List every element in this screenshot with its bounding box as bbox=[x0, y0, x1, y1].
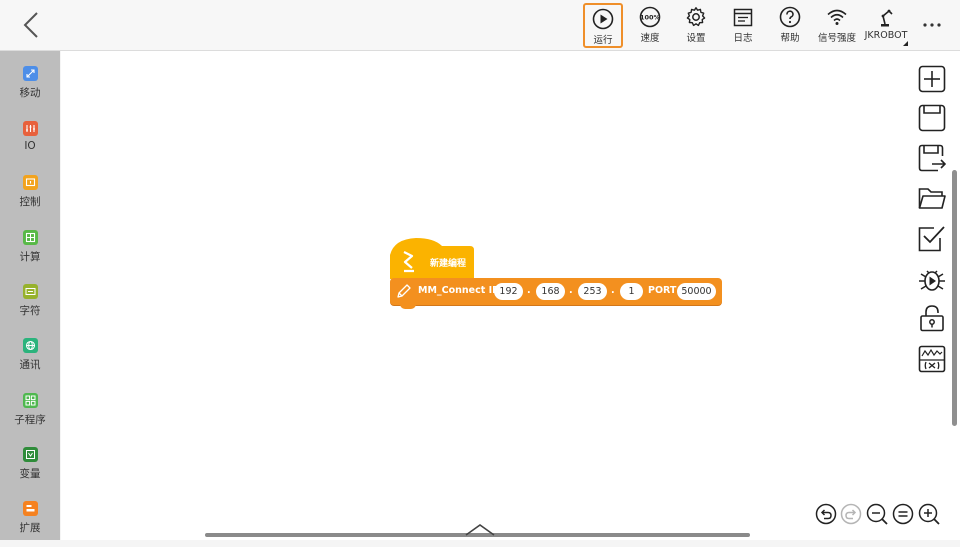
subroutine-icon bbox=[22, 393, 38, 408]
robot-label: JKROBOT bbox=[864, 30, 908, 41]
more-icon bbox=[923, 23, 941, 27]
zoom-in-button[interactable] bbox=[918, 503, 940, 525]
save-button[interactable] bbox=[918, 104, 946, 132]
zoom-out-button[interactable] bbox=[866, 503, 888, 525]
ip-dot: . bbox=[527, 285, 531, 296]
program-title: 新建编程 bbox=[430, 259, 467, 269]
category-string[interactable]: 字符 bbox=[0, 280, 60, 330]
block-command-label: MM_Connect IP bbox=[418, 285, 500, 296]
help-label: 帮助 bbox=[780, 33, 800, 44]
variable-monitor-button[interactable] bbox=[918, 345, 946, 373]
reset-zoom-button[interactable] bbox=[892, 503, 914, 525]
category-label: 扩展 bbox=[19, 522, 41, 534]
vertical-scrollbar[interactable] bbox=[952, 170, 957, 426]
block-category-sidebar: 移动 IO 控制 计算 字符 通讯 子程序 变量 扩展 bbox=[0, 51, 60, 540]
speed-label: 速度 bbox=[640, 33, 660, 44]
speed-badge: 100% bbox=[640, 14, 661, 22]
help-icon bbox=[779, 6, 801, 28]
dropdown-corner-icon bbox=[903, 41, 908, 46]
port-label: PORT bbox=[648, 285, 677, 296]
lock-button[interactable] bbox=[918, 304, 946, 332]
category-variable[interactable]: 变量 bbox=[0, 443, 60, 493]
chevron-left-icon bbox=[23, 12, 38, 38]
log-button[interactable]: 日志 bbox=[723, 3, 763, 48]
ip-octet-1-input[interactable]: 192 bbox=[494, 283, 523, 300]
category-move[interactable]: 移动 bbox=[0, 62, 60, 112]
category-communication[interactable]: 通讯 bbox=[0, 334, 60, 384]
category-label: 子程序 bbox=[14, 414, 46, 426]
run-button[interactable]: 运行 bbox=[583, 3, 623, 48]
speed-button[interactable]: 100% 速度 bbox=[630, 3, 670, 48]
mm-connect-block[interactable]: MM_Connect IP 192 . 168 . 253 . 1 PORT 5… bbox=[390, 278, 722, 309]
category-label: 控制 bbox=[19, 196, 41, 208]
top-toolbar: 运行 100% 速度 设置 日志 帮助 信号强度 JKROBOT bbox=[0, 0, 960, 51]
robot-arm-icon bbox=[881, 9, 893, 27]
speedometer-icon: 100% bbox=[639, 6, 661, 28]
signal-label: 信号强度 bbox=[817, 33, 856, 44]
open-folder-button[interactable] bbox=[918, 184, 946, 212]
redo-button[interactable] bbox=[840, 503, 862, 525]
move-icon bbox=[22, 66, 38, 81]
category-label: 通讯 bbox=[19, 359, 41, 371]
pencil-icon[interactable] bbox=[396, 283, 412, 299]
ip-dot: . bbox=[569, 285, 573, 296]
play-icon bbox=[592, 8, 614, 30]
save-as-button[interactable] bbox=[918, 144, 946, 172]
category-label: 字符 bbox=[19, 305, 41, 317]
communication-icon bbox=[22, 338, 38, 353]
wifi-icon bbox=[827, 9, 847, 25]
category-control[interactable]: 控制 bbox=[0, 171, 60, 221]
log-icon bbox=[733, 8, 753, 27]
category-label: 计算 bbox=[19, 251, 41, 263]
gear-icon bbox=[686, 7, 706, 27]
check-program-button[interactable] bbox=[918, 224, 946, 252]
signal-button[interactable]: 信号强度 bbox=[814, 3, 860, 48]
extension-icon bbox=[22, 501, 38, 516]
log-label: 日志 bbox=[733, 33, 753, 44]
io-icon bbox=[22, 121, 38, 136]
undo-button[interactable] bbox=[815, 503, 837, 525]
category-calculate[interactable]: 计算 bbox=[0, 226, 60, 276]
more-button[interactable] bbox=[915, 3, 949, 48]
robot-button[interactable]: JKROBOT bbox=[862, 3, 910, 48]
help-button[interactable]: 帮助 bbox=[770, 3, 810, 48]
ip-octet-3-input[interactable]: 253 bbox=[578, 283, 607, 300]
run-label: 运行 bbox=[593, 35, 613, 46]
expand-panel-handle[interactable] bbox=[464, 524, 496, 536]
ip-octet-2-input[interactable]: 168 bbox=[536, 283, 565, 300]
category-label: 移动 bbox=[19, 87, 41, 99]
category-label: 变量 bbox=[19, 468, 41, 480]
new-program-button[interactable] bbox=[918, 65, 946, 93]
settings-label: 设置 bbox=[686, 33, 706, 44]
control-icon bbox=[22, 175, 38, 190]
category-io[interactable]: IO bbox=[0, 117, 60, 167]
category-subroutine[interactable]: 子程序 bbox=[0, 389, 60, 439]
ip-dot: . bbox=[611, 285, 615, 296]
port-input[interactable]: 50000 bbox=[677, 283, 716, 300]
variable-icon bbox=[22, 447, 38, 462]
back-button[interactable] bbox=[14, 8, 48, 42]
category-label: IO bbox=[24, 140, 36, 152]
calculator-icon bbox=[22, 230, 38, 245]
ip-octet-4-input[interactable]: 1 bbox=[620, 283, 643, 300]
string-icon bbox=[22, 284, 38, 299]
settings-button[interactable]: 设置 bbox=[676, 3, 716, 48]
block-connector bbox=[400, 303, 416, 309]
debug-button[interactable] bbox=[918, 265, 946, 293]
